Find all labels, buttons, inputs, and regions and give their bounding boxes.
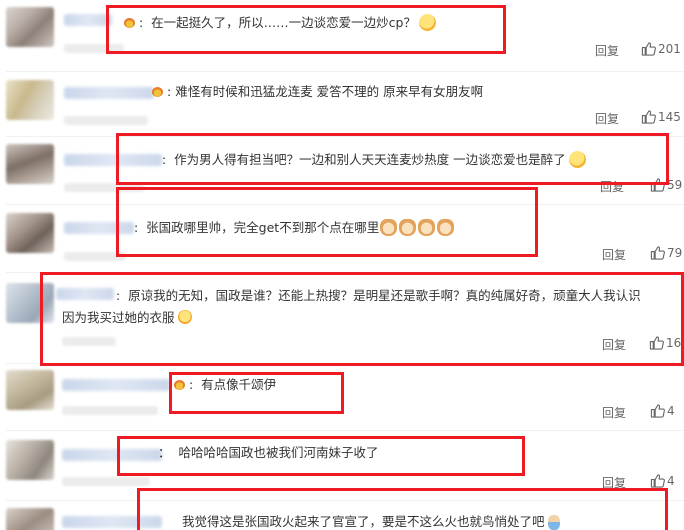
username[interactable]: [64, 14, 112, 26]
comment-text-line2: 因为我买过她的衣服: [62, 307, 192, 328]
like-count: 4: [667, 403, 675, 418]
laugh-emoji-icon: [177, 310, 192, 324]
avatar[interactable]: [6, 440, 54, 480]
comment-text: : 作为男人得有担当吧？一边和别人天天连麦炒热度 一边谈恋爱也是醉了: [162, 149, 586, 170]
avatar[interactable]: [6, 7, 54, 47]
crown-icon: [174, 380, 185, 390]
like-count: 79: [667, 245, 683, 260]
divider: [6, 363, 684, 364]
thumbs-up-icon: [650, 474, 665, 488]
crown-icon: [124, 18, 135, 28]
avatar[interactable]: [6, 283, 54, 323]
cat-emoji-icon: [437, 219, 455, 236]
like-button[interactable]: 16: [649, 335, 681, 350]
reply-button[interactable]: 回复: [602, 474, 626, 491]
divider: [6, 500, 684, 501]
avatar[interactable]: [6, 80, 54, 120]
like-button[interactable]: 4: [650, 473, 675, 488]
smirk-emoji-icon: [418, 14, 436, 31]
username[interactable]: [64, 222, 134, 234]
comment-text: : 原谅我的无知，国政是谁？还能上热搜？是明星还是歌手啊？真的纯属好奇，顽童大人…: [116, 288, 641, 303]
cat-emoji-icon: [380, 219, 398, 236]
username[interactable]: [56, 288, 114, 300]
avatar[interactable]: [6, 370, 54, 410]
avatar[interactable]: [6, 213, 54, 253]
timestamp: [64, 44, 124, 53]
divider: [6, 136, 684, 137]
username[interactable]: [62, 379, 170, 391]
like-count: 16: [666, 335, 682, 350]
like-button[interactable]: 145: [641, 109, 681, 124]
like-count: 4: [667, 473, 675, 488]
username[interactable]: [64, 87, 154, 99]
timestamp: [64, 183, 144, 192]
divider: [6, 71, 684, 72]
timestamp: [62, 406, 158, 415]
comment-text: : 张国政哪里帅，完全get不到那个点在哪里: [134, 217, 455, 238]
timestamp: [64, 116, 148, 125]
divider: [6, 430, 684, 431]
thumbs-up-icon: [641, 42, 656, 56]
crown-icon: [152, 87, 163, 97]
person-emoji-icon: [547, 515, 560, 530]
username[interactable]: [62, 516, 162, 528]
comment-text: : 有点像千颂伊: [174, 374, 276, 395]
timestamp: [62, 337, 116, 346]
like-button[interactable]: 4: [650, 403, 675, 418]
comment-text: 我觉得这是张国政火起来了官宣了，要是不这么火也就鸟悄处了吧: [182, 511, 560, 530]
comment-text: : 在一起挺久了，所以……一边谈恋爱一边炒cp？: [124, 12, 436, 33]
username[interactable]: [64, 154, 162, 166]
timestamp: [64, 252, 126, 261]
like-button[interactable]: 201: [641, 41, 681, 56]
like-button[interactable]: 59: [650, 177, 682, 192]
comment-feed: : 在一起挺久了，所以……一边谈恋爱一边炒cp？ 回复 201 : 难怪有时候和…: [0, 0, 684, 530]
comment-text: : 难怪有时候和迅猛龙连麦 爱答不理的 原来早有女朋友啊: [152, 81, 483, 102]
username[interactable]: [62, 449, 162, 461]
reply-button[interactable]: 回复: [595, 42, 619, 59]
reply-button[interactable]: 回复: [595, 110, 619, 127]
like-button[interactable]: 79: [650, 245, 682, 260]
thumbs-up-icon: [641, 110, 656, 124]
timestamp: [62, 477, 150, 486]
cat-emoji-icon: [418, 219, 436, 236]
sweat-smile-emoji-icon: [568, 151, 586, 168]
comment-text: ： 哈哈哈哈国政也被我们河南妹子收了: [158, 445, 379, 460]
avatar[interactable]: [6, 144, 54, 184]
reply-button[interactable]: 回复: [600, 178, 624, 195]
like-count: 145: [658, 109, 681, 124]
avatar[interactable]: [6, 508, 54, 530]
thumbs-up-icon: [650, 246, 665, 260]
like-count: 59: [667, 177, 683, 192]
divider: [6, 204, 684, 205]
reply-button[interactable]: 回复: [602, 404, 626, 421]
thumbs-up-icon: [649, 336, 664, 350]
cat-emoji-icon: [399, 219, 417, 236]
reply-button[interactable]: 回复: [602, 336, 626, 353]
thumbs-up-icon: [650, 178, 665, 192]
like-count: 201: [658, 41, 681, 56]
divider: [6, 272, 684, 273]
thumbs-up-icon: [650, 404, 665, 418]
reply-button[interactable]: 回复: [602, 246, 626, 263]
